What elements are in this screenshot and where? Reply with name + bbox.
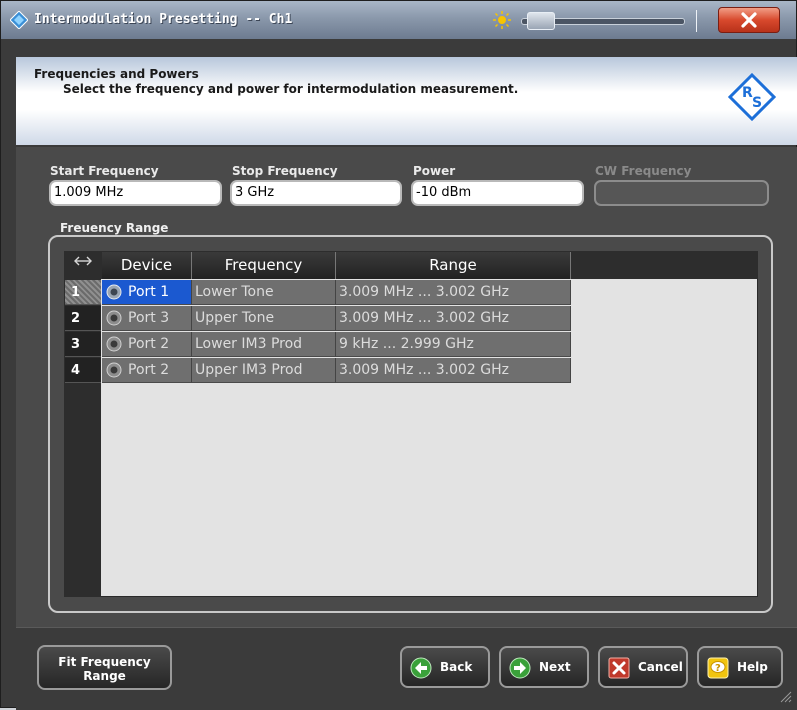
column-header-frequency[interactable]: Frequency: [192, 252, 336, 279]
svg-text:S: S: [752, 95, 762, 111]
row-header[interactable]: 4: [65, 358, 101, 383]
device-label: Port 1: [128, 284, 170, 300]
frequency-range-label: Freuency Range: [60, 221, 169, 235]
resize-grip-icon[interactable]: [778, 689, 792, 703]
table-cell-device[interactable]: Port 2: [102, 358, 192, 383]
back-label: Back: [440, 660, 473, 674]
table-cell-range[interactable]: 3.009 MHz ... 3.002 GHz: [336, 280, 571, 305]
cancel-button[interactable]: Cancel: [598, 646, 688, 688]
port-connector-icon: [106, 310, 122, 326]
start-frequency-field[interactable]: 1.009 MHz: [49, 180, 222, 206]
back-button[interactable]: Back: [400, 646, 490, 688]
table-cell-device[interactable]: Port 2: [102, 332, 192, 357]
table-corner[interactable]: [65, 252, 101, 279]
transparency-slider-thumb[interactable]: [527, 12, 555, 30]
stop-frequency-label: Stop Frequency: [232, 164, 338, 178]
port-connector-icon: [106, 362, 122, 378]
resize-columns-icon: [74, 256, 92, 266]
table-cell-range[interactable]: 9 kHz ... 2.999 GHz: [336, 332, 571, 357]
table-cell-range[interactable]: 3.009 MHz ... 3.002 GHz: [336, 306, 571, 331]
next-button[interactable]: Next: [499, 646, 589, 688]
port-connector-icon: [106, 284, 122, 300]
device-label: Port 2: [128, 336, 170, 352]
power-field[interactable]: -10 dBm: [411, 180, 584, 206]
table-cell-frequency[interactable]: Lower IM3 Prod: [192, 332, 336, 357]
fit-button-label-line2: Range: [83, 669, 126, 683]
svg-text:?: ?: [715, 663, 721, 674]
device-label: Port 3: [128, 310, 170, 326]
cw-frequency-label: CW Frequency: [595, 164, 692, 178]
column-header-range[interactable]: Range: [336, 252, 571, 279]
table-cell-device[interactable]: Port 1: [102, 280, 192, 305]
title-separator: [696, 10, 697, 32]
cancel-label: Cancel: [638, 660, 683, 674]
header-title: Frequencies and Powers: [34, 67, 199, 81]
column-header-device[interactable]: Device: [102, 252, 192, 279]
header-subtitle: Select the frequency and power for inter…: [63, 82, 519, 96]
next-label: Next: [539, 660, 571, 674]
row-header[interactable]: 1: [65, 280, 101, 305]
stop-frequency-field[interactable]: 3 GHz: [230, 180, 402, 206]
app-diamond-icon: [10, 11, 28, 29]
close-button[interactable]: [718, 7, 780, 33]
table-cell-frequency[interactable]: Lower Tone: [192, 280, 336, 305]
device-label: Port 2: [128, 362, 170, 378]
close-icon: [741, 12, 757, 28]
fit-button-label-line1: Fit Frequency: [58, 655, 151, 669]
row-header[interactable]: 2: [65, 306, 101, 331]
cw-frequency-field: [594, 180, 769, 206]
table-cell-frequency[interactable]: Upper IM3 Prod: [192, 358, 336, 383]
help-button[interactable]: ? Help: [697, 646, 783, 688]
next-arrow-icon: [509, 657, 531, 679]
window-title: Intermodulation Presetting -- Ch1: [34, 12, 293, 27]
table-cell-frequency[interactable]: Upper Tone: [192, 306, 336, 331]
fit-frequency-range-button[interactable]: Fit Frequency Range: [37, 645, 172, 690]
sun-icon: [493, 11, 511, 29]
port-connector-icon: [106, 336, 122, 352]
start-frequency-label: Start Frequency: [50, 164, 159, 178]
help-icon: ?: [707, 657, 729, 679]
title-bar[interactable]: Intermodulation Presetting -- Ch1: [1, 1, 796, 39]
intermodulation-dialog: Intermodulation Presetting -- Ch1 Freque…: [0, 0, 797, 710]
row-header[interactable]: 3: [65, 332, 101, 357]
help-label: Help: [737, 660, 768, 674]
back-arrow-icon: [410, 657, 432, 679]
rs-logo: R S: [728, 73, 776, 121]
table-cell-device[interactable]: Port 3: [102, 306, 192, 331]
power-label: Power: [413, 164, 456, 178]
cancel-x-icon: [608, 657, 630, 679]
table-cell-range[interactable]: 3.009 MHz ... 3.002 GHz: [336, 358, 571, 383]
